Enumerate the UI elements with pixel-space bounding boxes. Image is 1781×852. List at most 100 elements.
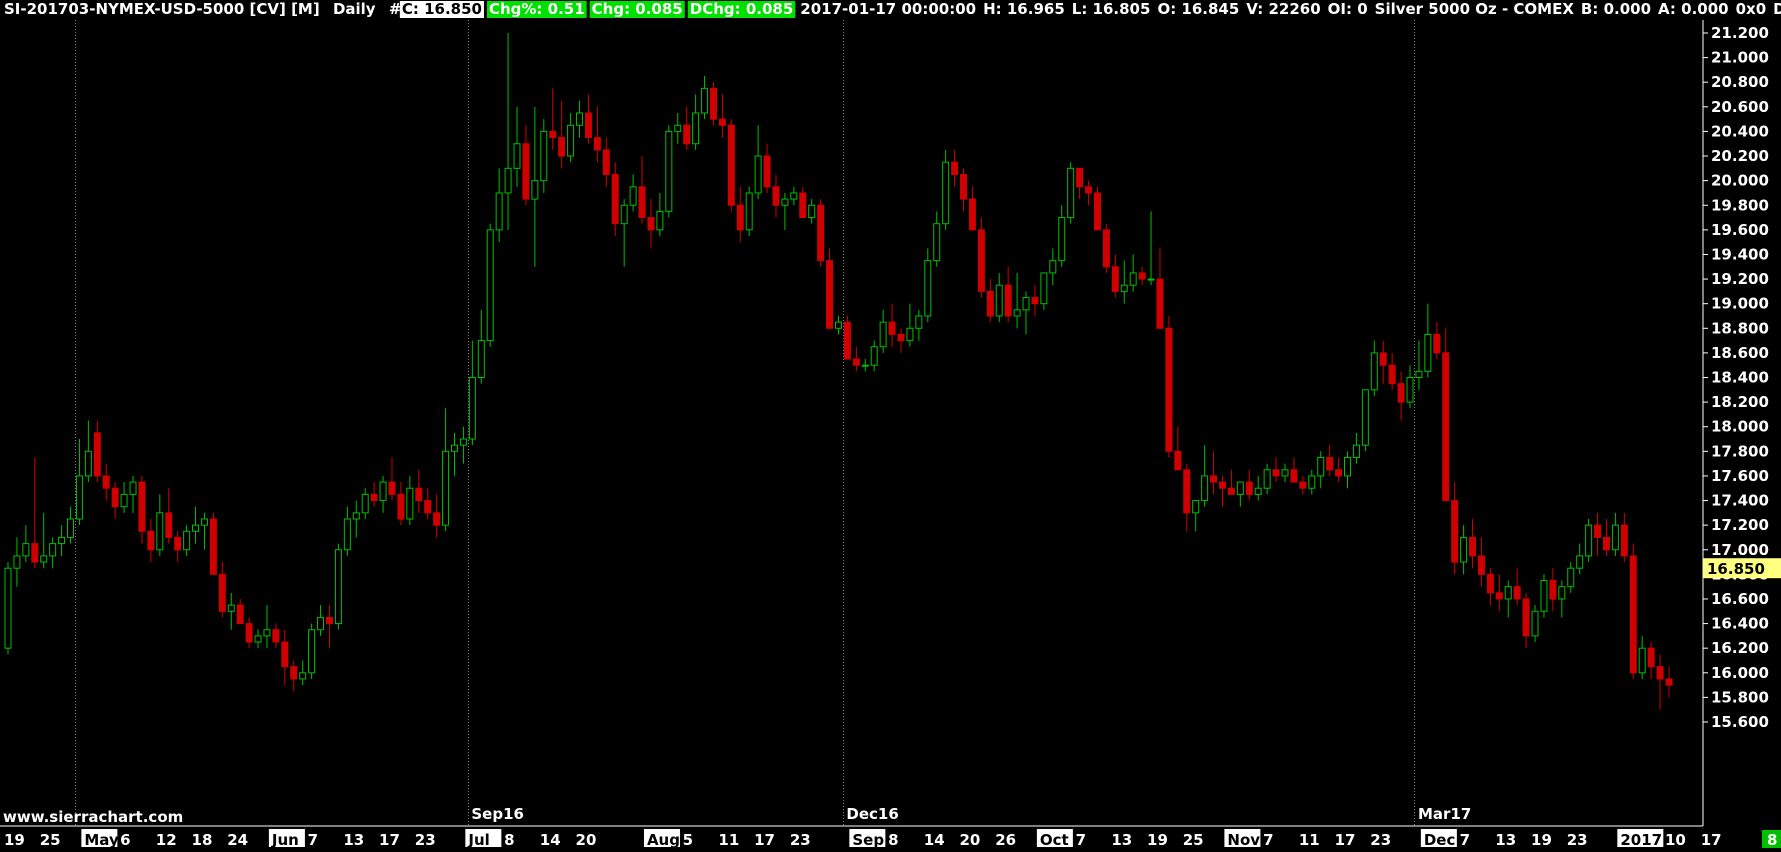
candle-body-128: [1147, 278, 1155, 281]
header-high: H: 16.965: [983, 0, 1065, 18]
header-dr: DR:0: [1773, 0, 1781, 18]
candle-body-136: [1218, 481, 1226, 489]
y-tick-label-2: 20.800: [1711, 73, 1769, 91]
candle-body-127: [1138, 272, 1146, 280]
x-label-40: 23: [1567, 831, 1588, 848]
candle-body-67: [602, 149, 610, 175]
candle-94: [843, 315, 851, 360]
candle-123: [1102, 223, 1110, 273]
candle-79: [709, 82, 717, 126]
header-datetime-text: 2017-01-17 00:00:00: [800, 0, 976, 18]
candle-172: [1540, 574, 1548, 618]
candle-body-93: [834, 321, 842, 329]
candle-body-26: [236, 604, 244, 625]
y-tick-label-26: 16.000: [1711, 664, 1769, 682]
candle-body-90: [808, 204, 816, 219]
candle-body-19: [174, 536, 182, 551]
y-tick-label-11: 19.000: [1711, 295, 1769, 313]
candle-body-104: [933, 223, 941, 262]
candle-81: [727, 119, 735, 212]
candle-body-79: [709, 87, 717, 120]
candle-body-66: [593, 137, 601, 151]
candle-body-98: [879, 321, 887, 348]
candle-body-130: [1165, 327, 1173, 452]
candle-body-156: [1397, 383, 1405, 403]
candle-body-134: [1201, 475, 1209, 502]
x-label-13: 8: [504, 831, 514, 848]
x-label-31: Nov: [1227, 831, 1260, 848]
candle-body-176: [1576, 555, 1584, 569]
candle-body-125: [1120, 284, 1128, 292]
candle-body-152: [1361, 389, 1369, 446]
header-chg: Chg: 0.085: [589, 0, 685, 18]
candle-body-180: [1611, 524, 1619, 551]
candle-body-117: [1049, 260, 1057, 274]
candle-body-173: [1549, 580, 1557, 600]
candle-body-24: [218, 573, 226, 612]
candle-body-158: [1415, 370, 1423, 378]
x-label-29: 19: [1147, 831, 1168, 848]
candle-body-38: [343, 518, 351, 551]
candle-body-68: [611, 173, 619, 225]
x-label-3: 6: [120, 831, 130, 848]
candle-body-97: [870, 346, 878, 366]
candle-body-23: [209, 518, 217, 575]
candle-body-74: [665, 130, 673, 212]
candle-body-61: [549, 130, 557, 139]
candle-body-52: [468, 377, 476, 440]
candle-body-63: [567, 124, 575, 157]
candle-body-9: [84, 450, 92, 477]
candle-body-45: [406, 487, 414, 520]
candle-74: [665, 125, 673, 218]
candle-body-133: [1192, 500, 1200, 514]
candle-177: [1585, 518, 1593, 563]
x-label-6: 24: [227, 831, 248, 848]
candle-body-111: [995, 284, 1003, 317]
x-label-5: 18: [192, 831, 213, 848]
candle-54: [486, 223, 494, 347]
candle-body-167: [1495, 592, 1503, 600]
candle-body-82: [736, 204, 744, 231]
candle-body-32: [290, 666, 298, 680]
candle-body-14: [129, 481, 137, 495]
header-high-text: H: 16.965: [983, 0, 1065, 18]
candle-body-55: [495, 192, 503, 231]
x-label-35: 23: [1370, 831, 1391, 848]
y-tick-label-15: 18.200: [1711, 393, 1769, 411]
candle-body-8: [75, 475, 83, 520]
candle-body-155: [1388, 364, 1396, 385]
candle-body-186: [1665, 678, 1673, 686]
candle-body-43: [388, 481, 396, 495]
candle-body-21: [192, 524, 200, 532]
header-bid: B: 0.000: [1581, 0, 1651, 18]
chart-area[interactable]: SI-201703-NYMEX-USD-5000 [CV] [M] Daily …: [0, 0, 1781, 849]
candle-130: [1165, 315, 1173, 458]
header-ask: A: 0.000: [1658, 0, 1729, 18]
x-label-28: 13: [1111, 831, 1132, 848]
candle-body-70: [629, 186, 637, 206]
candle-body-85: [763, 155, 771, 188]
last-price-marker: 16.850: [1703, 558, 1781, 579]
header-dr-text: DR:0: [1773, 0, 1781, 18]
candle-body-87: [781, 198, 789, 206]
x-label-34: 17: [1335, 831, 1356, 848]
candle-body-144: [1290, 469, 1298, 483]
candle-body-160: [1433, 333, 1441, 354]
candle-body-33: [299, 672, 307, 680]
candle-body-4: [40, 555, 48, 563]
candle-body-138: [1236, 481, 1244, 495]
candle-body-37: [334, 549, 342, 625]
x-label-1: 25: [40, 831, 61, 848]
candle-body-145: [1299, 481, 1307, 489]
candle-92: [826, 248, 834, 329]
candlestick-chart[interactable]: SI-201703-NYMEX-USD-5000 [CV] [M] Daily …: [0, 0, 1781, 849]
candle-body-151: [1352, 444, 1360, 458]
candle-body-58: [522, 143, 530, 200]
y-tick-label-1: 21.000: [1711, 49, 1769, 67]
y-tick-label-19: 17.400: [1711, 492, 1769, 510]
watermark: www.sierrachart.com: [3, 808, 183, 826]
y-tick-label-12: 18.800: [1711, 319, 1769, 337]
header-size: 0x0: [1736, 0, 1767, 18]
candle-body-59: [531, 180, 539, 200]
candle-body-40: [361, 493, 369, 514]
